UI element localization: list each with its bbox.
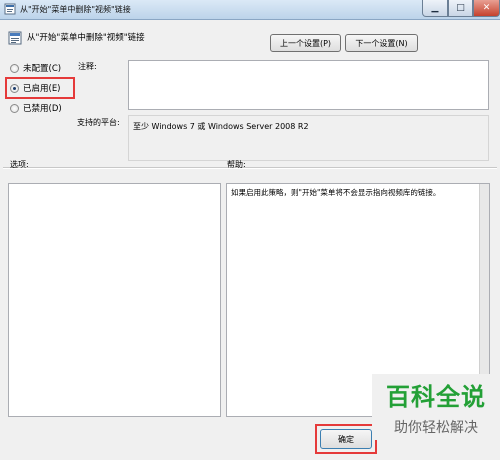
radio-enabled-label: 已启用(E): [23, 84, 61, 94]
radio-disabled-label: 已禁用(D): [23, 104, 62, 114]
window-title: 从"开始"菜单中删除"视频"链接: [20, 5, 131, 14]
maximize-button[interactable]: □: [448, 0, 473, 17]
help-label: 帮助:: [227, 160, 246, 169]
title-bar: 从"开始"菜单中删除"视频"链接 ▁ □ ✕: [0, 0, 500, 20]
supported-platform-box: 至少 Windows 7 或 Windows Server 2008 R2: [128, 115, 489, 161]
comment-label: 注释:: [78, 62, 97, 71]
watermark-slogan: 助你轻松解决: [372, 414, 500, 440]
minimize-button[interactable]: ▁: [422, 0, 448, 17]
close-button[interactable]: ✕: [473, 0, 500, 17]
options-pane: [8, 183, 221, 417]
section-divider: [3, 167, 497, 169]
next-setting-button[interactable]: 下一个设置(N): [345, 34, 418, 52]
radio-not-configured-label: 未配置(C): [23, 64, 62, 74]
supported-platform-label: 支持的平台:: [77, 118, 120, 127]
comment-textarea[interactable]: [128, 60, 489, 110]
close-icon: ✕: [482, 3, 491, 13]
radio-disabled-circle[interactable]: [10, 103, 19, 113]
help-text: 如果启用此策略，则"开始"菜单将不会显示指向视频库的链接。: [231, 188, 441, 197]
radio-not-configured[interactable]: 未配置(C): [10, 61, 61, 75]
minimize-icon: ▁: [431, 3, 439, 13]
radio-not-configured-circle[interactable]: [10, 63, 19, 73]
options-label: 选项:: [10, 160, 29, 169]
policy-window-icon: [4, 3, 16, 15]
radio-enabled-circle[interactable]: [10, 83, 19, 93]
watermark-main-text: 百科全说: [386, 382, 486, 411]
watermark: 百科全说 助你轻松解决: [372, 374, 500, 460]
radio-disabled[interactable]: 已禁用(D): [10, 101, 62, 115]
previous-setting-button[interactable]: 上一个设置(P): [270, 34, 341, 52]
radio-enabled[interactable]: 已启用(E): [10, 81, 61, 95]
watermark-logo: 百科全说: [372, 374, 500, 414]
supported-platform-text: 至少 Windows 7 或 Windows Server 2008 R2: [133, 122, 309, 131]
policy-setting-icon: [8, 31, 22, 45]
policy-title: 从"开始"菜单中删除"视频"链接: [27, 33, 145, 43]
maximize-icon: □: [456, 3, 465, 13]
ok-button[interactable]: 确定: [320, 429, 372, 449]
